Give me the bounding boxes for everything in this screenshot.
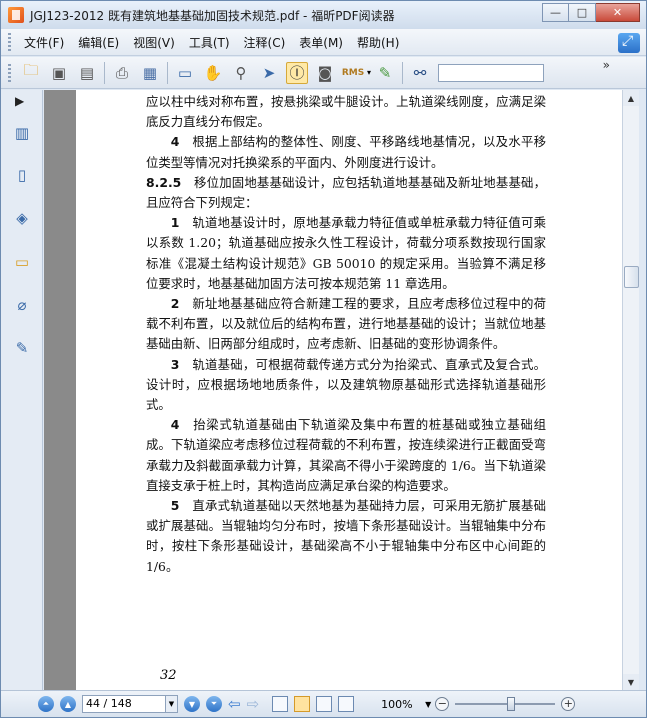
menu-view[interactable]: 视图(V): [126, 34, 182, 51]
save-all-icon[interactable]: ▤: [76, 62, 98, 84]
toolbar-overflow-icon[interactable]: »: [603, 58, 610, 72]
signature-icon[interactable]: ✎: [11, 337, 33, 359]
clause-heading: 8.2.5 移位加固地基基础设计，应包括轨道地基基础及新址地基基础，且应符合下列…: [146, 174, 547, 211]
minimize-button[interactable]: —: [542, 3, 569, 22]
previous-page-icon[interactable]: ▲: [60, 696, 76, 712]
menu-forms[interactable]: 表单(M): [292, 34, 350, 51]
zoom-slider[interactable]: [455, 697, 556, 711]
scroll-down-icon[interactable]: ▼: [623, 674, 639, 690]
close-button[interactable]: ✕: [596, 3, 640, 22]
paragraph: 2 新址地基基础应符合新建工程的要求，且应考虑移位过程中的荷载不利布置，以及就位…: [146, 296, 546, 352]
paragraph: 5 直承式轨道基础以天然地基为基础持力层，可采用无筋扩展基础或扩展基础。当辊轴均…: [146, 498, 546, 574]
scrollbar-thumb[interactable]: [624, 266, 639, 288]
expand-window-icon[interactable]: [618, 33, 640, 53]
pdf-page: 应以柱中线对称布置，按悬挑梁或牛腿设计。上轨道梁线刚度，应满足梁底反力直线分布假…: [76, 90, 622, 690]
comments-icon[interactable]: ▭: [11, 251, 33, 273]
forward-arrow-icon[interactable]: ⇨: [247, 695, 260, 713]
continuous-facing-view-icon[interactable]: [338, 696, 355, 712]
print-icon[interactable]: ⎙: [111, 62, 133, 84]
rms-icon[interactable]: RMS: [342, 62, 364, 84]
toolbar: 🗀 ▣ ▤ ⎙ ▦ ▭ ✋ ⚲ ➤ Ⓘ ◙ RMS ▾ ✎ ⚯ »: [1, 57, 646, 89]
next-page-icon[interactable]: ▼: [184, 696, 200, 712]
vertical-scrollbar[interactable]: ▲ ▼: [622, 90, 639, 690]
menu-edit[interactable]: 编辑(E): [71, 34, 126, 51]
window-right-edge: [639, 90, 646, 690]
menu-bar: 文件(F) 编辑(E) 视图(V) 工具(T) 注释(C) 表单(M) 帮助(H…: [1, 29, 646, 56]
rms-dropdown-icon[interactable]: ▾: [367, 68, 371, 77]
restore-button[interactable]: □: [569, 3, 596, 22]
zoom-slider-knob[interactable]: [507, 697, 516, 711]
title-bar[interactable]: JGJ123-2012 既有建筑地基基础加固技术规范.pdf - 福昕PDF阅读…: [1, 1, 646, 29]
window-controls: — □ ✕: [542, 3, 640, 22]
page-number-field[interactable]: 44 / 148: [82, 695, 166, 713]
fullscreen-monitor-icon[interactable]: ▭: [174, 62, 196, 84]
toolbar-separator: [167, 61, 168, 84]
zoom-out-button[interactable]: −: [435, 697, 450, 711]
paragraph: 4 抬梁式轨道基础由下轨道梁及集中布置的桩基础或独立基础组成。下轨道梁应考虑移位…: [146, 417, 547, 493]
toolbar-grip[interactable]: [8, 63, 11, 82]
text-select-icon[interactable]: Ⓘ: [286, 61, 308, 84]
paragraph: 3 轨道基础，可根据荷载传递方式分为抬梁式、直承式及复合式。设计时，应根据场地地…: [146, 356, 546, 413]
pages-icon[interactable]: ▯: [11, 164, 33, 186]
window-title: JGJ123-2012 既有建筑地基基础加固技术规范.pdf - 福昕PDF阅读…: [30, 8, 395, 23]
toolbar-separator: [104, 61, 105, 84]
app-window: JGJ123-2012 既有建筑地基基础加固技术规范.pdf - 福昕PDF阅读…: [0, 0, 647, 718]
paragraph: 4 根据上部结构的整体性、刚度、平移路线地基情况，以及水平移位类型等情况对托换梁…: [146, 134, 546, 170]
paragraph: 1 轨道地基设计时，原地基承载力特征值或单桩承载力特征值可乘以系数 1.20；轨…: [146, 215, 546, 291]
expand-panel-icon[interactable]: ▶: [15, 94, 24, 108]
layers-icon[interactable]: ◈: [11, 207, 33, 229]
menu-help[interactable]: 帮助(H): [350, 34, 406, 51]
zoom-in-button[interactable]: +: [561, 697, 576, 711]
single-page-view-icon[interactable]: [272, 696, 289, 712]
save-icon[interactable]: ▣: [48, 62, 70, 84]
scroll-up-icon[interactable]: ▲: [623, 90, 639, 106]
navigation-panel: ▶ ▥ ▯ ◈ ▭ ⌀ ✎: [1, 90, 43, 690]
last-page-icon[interactable]: ⏷: [206, 696, 222, 712]
menu-file[interactable]: 文件(F): [17, 34, 71, 51]
facing-view-icon[interactable]: [316, 696, 333, 712]
paragraph: 应以柱中线对称布置，按悬挑梁或牛腿设计。上轨道梁线刚度，应满足梁底反力直线分布假…: [146, 94, 546, 130]
foxit-app-icon: [8, 7, 24, 23]
attachments-icon[interactable]: ⌀: [11, 294, 33, 316]
bookmarks-icon[interactable]: ▥: [11, 122, 33, 144]
printed-page-number: 32: [160, 668, 177, 683]
continuous-view-icon[interactable]: [294, 696, 311, 712]
menubar-grip[interactable]: [8, 33, 11, 51]
search-input[interactable]: [438, 63, 545, 82]
back-arrow-icon[interactable]: ⇦: [228, 695, 241, 713]
find-binoculars-icon[interactable]: ⚯: [409, 62, 431, 84]
sign-icon[interactable]: ✎: [374, 62, 396, 84]
zoom-icon[interactable]: ⚲: [230, 62, 252, 84]
zoom-level[interactable]: 100%: [381, 698, 425, 711]
snapshot-icon[interactable]: ◙: [314, 62, 336, 84]
page-dropdown-icon[interactable]: ▼: [166, 695, 178, 713]
page-text: 应以柱中线对称布置，按悬挑梁或牛腿设计。上轨道梁线刚度，应满足梁底反力直线分布假…: [146, 92, 546, 577]
document-viewport[interactable]: 应以柱中线对称布置，按悬挑梁或牛腿设计。上轨道梁线刚度，应满足梁底反力直线分布假…: [44, 90, 622, 690]
scan-icon[interactable]: ▦: [139, 62, 161, 84]
toolbar-separator: [402, 61, 404, 84]
status-bar: ⏶ ▲ 44 / 148 ▼ ▼ ⏷ ⇦ ⇨ 100% ▼ − +: [1, 690, 646, 717]
menu-tools[interactable]: 工具(T): [182, 34, 237, 51]
menu-comments[interactable]: 注释(C): [237, 34, 293, 51]
open-folder-icon[interactable]: 🗀: [20, 61, 42, 84]
select-arrow-icon[interactable]: ➤: [258, 62, 280, 84]
first-page-icon[interactable]: ⏶: [38, 696, 54, 712]
zoom-dropdown-icon[interactable]: ▼: [425, 700, 431, 709]
hand-tool-icon[interactable]: ✋: [202, 62, 224, 84]
zoom-slider-track: [455, 703, 556, 705]
